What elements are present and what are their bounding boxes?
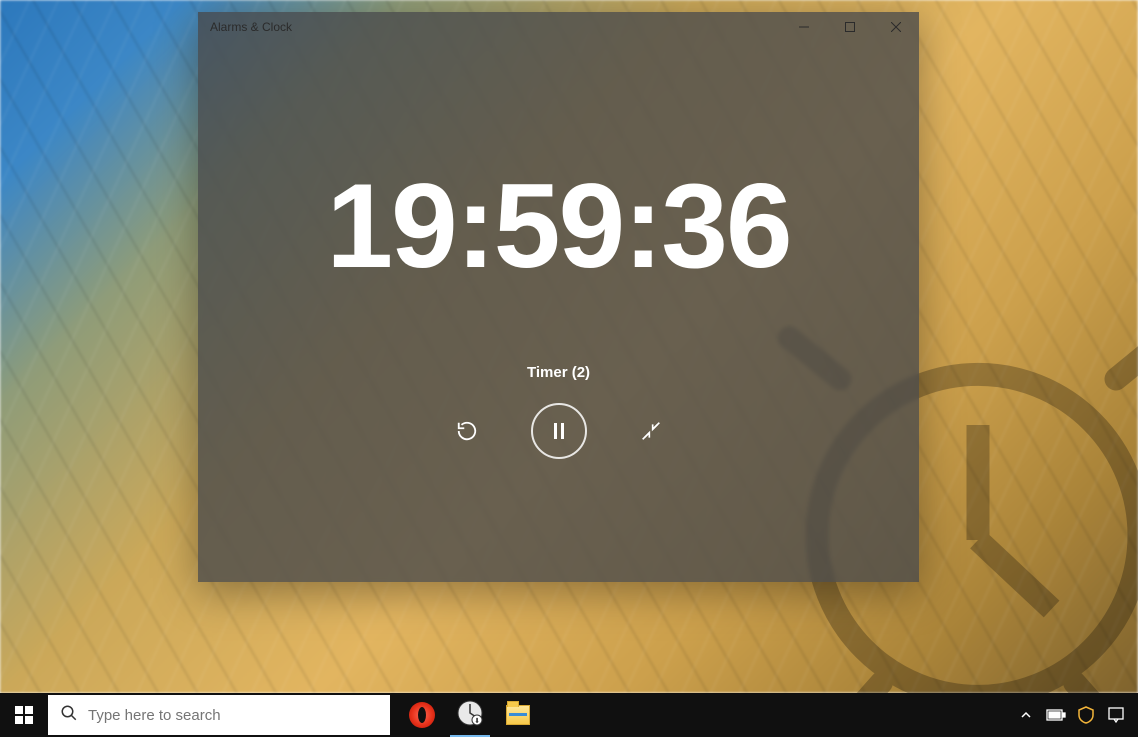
- start-button[interactable]: [0, 693, 48, 737]
- search-icon: [60, 704, 78, 727]
- reset-button[interactable]: [449, 413, 485, 449]
- taskbar-app-opera[interactable]: [398, 693, 446, 737]
- taskbar: ⬇: [0, 693, 1138, 737]
- timer-area: 19:59:36 Timer (2): [198, 42, 919, 582]
- taskbar-search[interactable]: [48, 695, 390, 735]
- timer-display: 19:59:36: [326, 166, 790, 286]
- maximize-button[interactable]: [827, 12, 873, 42]
- tray-chevron-icon[interactable]: [1016, 705, 1036, 725]
- minimize-button[interactable]: [781, 12, 827, 42]
- action-center-icon[interactable]: [1106, 705, 1126, 725]
- svg-text:⬇: ⬇: [474, 717, 480, 725]
- titlebar[interactable]: Alarms & Clock: [198, 12, 919, 42]
- taskbar-app-browser[interactable]: ⬇: [446, 693, 494, 737]
- system-tray: [1016, 705, 1138, 725]
- security-icon[interactable]: [1076, 705, 1096, 725]
- file-explorer-icon: [506, 705, 530, 725]
- search-input[interactable]: [88, 707, 378, 724]
- timer-label: Timer (2): [527, 364, 590, 381]
- window-title: Alarms & Clock: [210, 20, 292, 34]
- pause-button[interactable]: [531, 403, 587, 459]
- opera-icon: [409, 702, 435, 728]
- alarms-clock-window: Alarms & Clock 19:59:36 Timer (2): [198, 12, 919, 582]
- close-button[interactable]: [873, 12, 919, 42]
- collapse-button[interactable]: [633, 413, 669, 449]
- browser-icon: ⬇: [457, 700, 483, 731]
- battery-icon[interactable]: [1046, 705, 1066, 725]
- taskbar-app-explorer[interactable]: [494, 693, 542, 737]
- timer-controls: [449, 403, 669, 459]
